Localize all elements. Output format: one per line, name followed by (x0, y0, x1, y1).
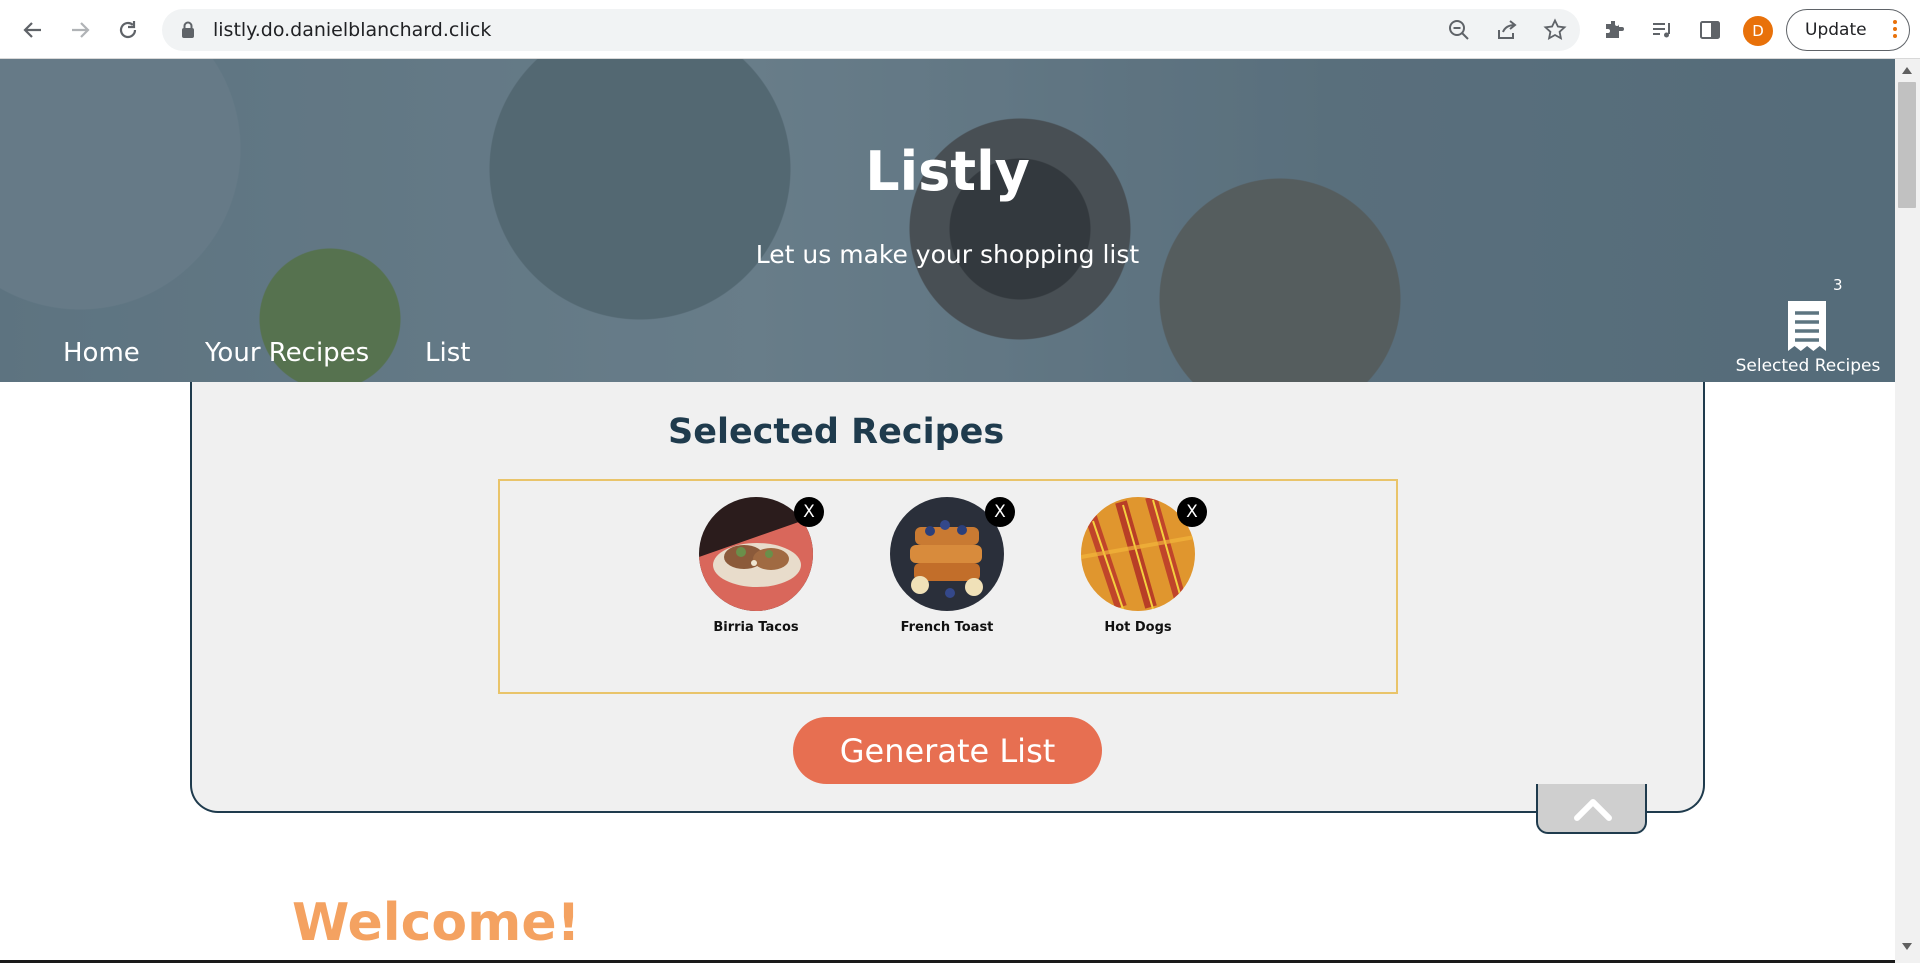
remove-recipe-button[interactable]: X (1177, 497, 1207, 527)
welcome-heading: Welcome! (292, 893, 581, 953)
reload-icon[interactable] (112, 14, 144, 46)
share-icon[interactable] (1495, 18, 1519, 42)
remove-recipe-button[interactable]: X (794, 497, 824, 527)
hero-banner (0, 59, 1895, 382)
nav-your-recipes[interactable]: Your Recipes (205, 338, 369, 368)
address-bar[interactable]: listly.do.danielblanchard.click (162, 9, 1580, 51)
star-icon[interactable] (1543, 18, 1567, 42)
collapse-panel-button[interactable] (1536, 784, 1647, 834)
site-tagline: Let us make your shopping list (755, 240, 1140, 269)
site-title: Listly (865, 140, 1030, 203)
lock-icon[interactable] (181, 21, 195, 44)
remove-recipe-button[interactable]: X (985, 497, 1015, 527)
browser-toolbar: listly.do.danielblanchard.click D Update (0, 0, 1920, 59)
zoom-out-icon[interactable] (1447, 18, 1471, 42)
recipe-name: French Toast (900, 620, 994, 635)
recipe-name: Birria Tacos (713, 620, 799, 635)
update-button[interactable]: Update (1786, 9, 1910, 51)
panel-title: Selected Recipes (668, 412, 1005, 452)
media-icon[interactable] (1646, 14, 1678, 46)
recipe-name: Hot Dogs (1104, 620, 1172, 635)
scroll-up-icon[interactable] (1902, 67, 1912, 74)
nav-home[interactable]: Home (63, 338, 140, 368)
chevron-up-icon (1574, 799, 1612, 821)
selected-recipes-link[interactable]: Selected Recipes (1734, 356, 1882, 376)
receipt-icon[interactable] (1786, 299, 1828, 353)
update-label: Update (1805, 20, 1867, 40)
side-panel-icon[interactable] (1694, 14, 1726, 46)
url-text[interactable]: listly.do.danielblanchard.click (213, 19, 491, 41)
scroll-down-icon[interactable] (1902, 943, 1912, 950)
forward-icon[interactable] (64, 14, 96, 46)
nav-list[interactable]: List (425, 338, 470, 368)
generate-list-button[interactable]: Generate List (793, 717, 1102, 784)
scrollbar-thumb[interactable] (1898, 82, 1916, 208)
back-icon[interactable] (17, 14, 49, 46)
menu-icon[interactable] (1893, 18, 1899, 41)
profile-avatar[interactable]: D (1743, 16, 1773, 46)
extensions-icon[interactable] (1598, 14, 1630, 46)
selected-count-badge: 3 (1833, 276, 1843, 294)
